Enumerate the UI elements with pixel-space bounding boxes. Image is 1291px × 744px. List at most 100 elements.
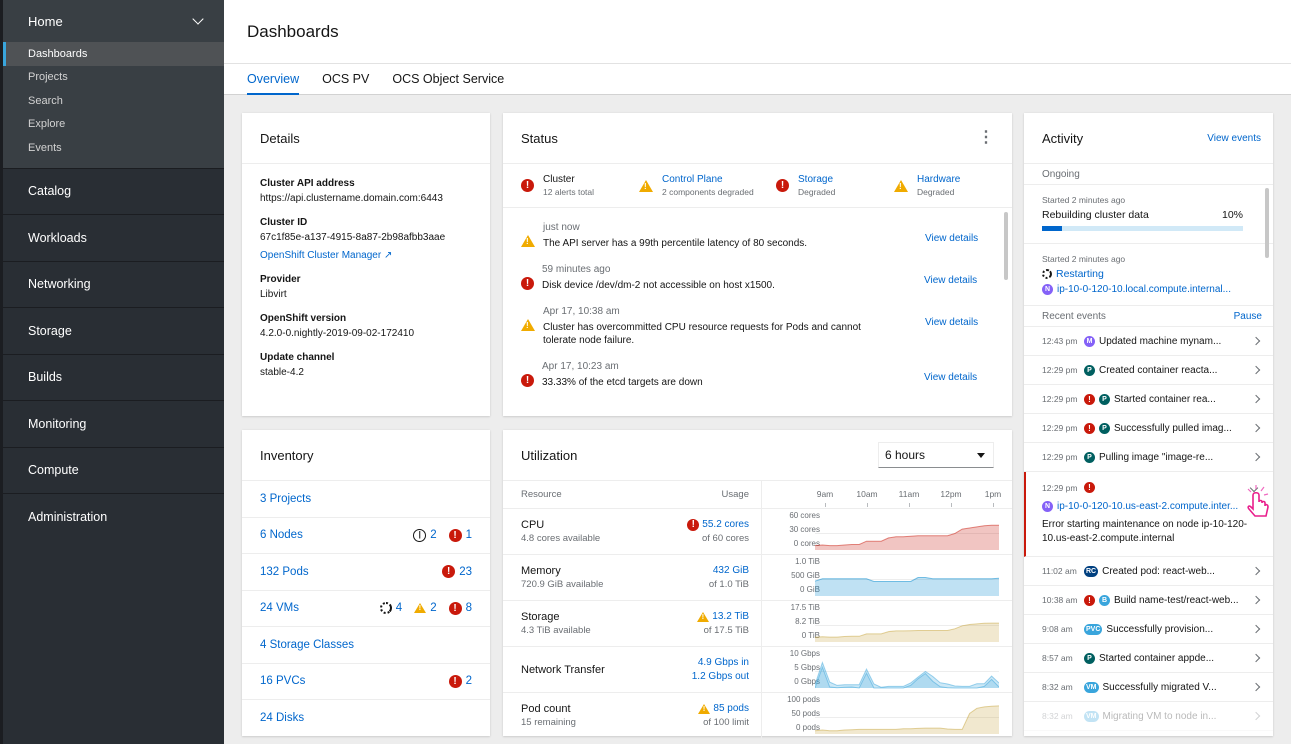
event-item[interactable]: 8:32 am VM Migrating VM to node in... bbox=[1024, 702, 1273, 732]
event-item[interactable]: 12:29 pm! P Successfully pulled imag... bbox=[1024, 414, 1273, 444]
progress-bar bbox=[1042, 226, 1243, 231]
usage-value-link[interactable]: 432 GiB bbox=[713, 564, 749, 578]
status-hardware-link[interactable]: Hardware bbox=[917, 174, 960, 186]
alert-time: Apr 17, 10:23 am bbox=[542, 361, 619, 372]
sidebar-item-workloads[interactable]: Workloads bbox=[3, 214, 224, 261]
event-message: Created container reacta... bbox=[1099, 364, 1218, 376]
sidebar-item-explore[interactable]: Explore bbox=[3, 113, 224, 137]
resource-badge-icon: VM bbox=[1084, 681, 1099, 693]
inventory-status-count[interactable]: ! 23 bbox=[442, 565, 472, 579]
inventory-link[interactable]: 6 Nodes bbox=[260, 529, 303, 541]
sidebar-item-storage[interactable]: Storage bbox=[3, 307, 224, 354]
inventory-link[interactable]: 16 PVCs bbox=[260, 675, 305, 687]
event-item[interactable]: 11:02 am RC Created pod: react-web... bbox=[1024, 557, 1273, 587]
sparkline-area bbox=[815, 525, 999, 550]
kebab-menu-icon[interactable]: ⋮ bbox=[978, 130, 994, 146]
external-link-icon: ↗ bbox=[383, 250, 393, 261]
event-time: 12:29 pm bbox=[1042, 394, 1078, 405]
inventory-status-count[interactable]: ! 1 bbox=[448, 528, 472, 542]
warning-icon bbox=[697, 611, 710, 622]
sidebar-item-networking[interactable]: Networking bbox=[3, 260, 224, 308]
chevron-right-icon bbox=[1251, 683, 1261, 692]
recent-events-label: Recent events bbox=[1042, 310, 1106, 322]
utilization-row: Network Transfer 4.9 Gbps in 1.2 Gbps out bbox=[503, 647, 761, 693]
status-count: 23 bbox=[459, 565, 472, 578]
inventory-status-count[interactable]: | 2 bbox=[413, 528, 437, 542]
usage-value-link[interactable]: 1.2 Gbps out bbox=[692, 670, 749, 684]
view-details-link[interactable]: View details bbox=[925, 317, 978, 328]
usage-value-link[interactable]: 4.9 Gbps in bbox=[698, 656, 749, 670]
status-storage-link[interactable]: Storage bbox=[798, 174, 835, 186]
sidebar-item-search[interactable]: Search bbox=[3, 89, 224, 113]
time-tick-label: 9am bbox=[816, 489, 834, 499]
inventory-link[interactable]: 4 Storage Classes bbox=[260, 639, 354, 651]
event-message: Started container rea... bbox=[1114, 393, 1216, 405]
restarting-link[interactable]: Restarting bbox=[1056, 268, 1104, 280]
inventory-link[interactable]: 132 Pods bbox=[260, 566, 309, 578]
sidebar-item-catalog[interactable]: Catalog bbox=[3, 167, 224, 215]
time-tick-mark bbox=[867, 503, 868, 507]
status-control-plane-link[interactable]: Control Plane bbox=[662, 174, 754, 186]
error-icon: ! bbox=[448, 601, 462, 615]
view-details-link[interactable]: View details bbox=[924, 275, 977, 286]
error-icon: ! bbox=[521, 374, 534, 387]
inventory-link[interactable]: 24 VMs bbox=[260, 602, 299, 614]
resource-badge-icon: PVC bbox=[1084, 623, 1103, 635]
event-message: Build name-test/react-web... bbox=[1114, 594, 1239, 606]
alert-time: just now bbox=[543, 222, 580, 233]
inventory-stats: ! 23 bbox=[430, 565, 472, 579]
nav-home-toggle[interactable]: Home bbox=[3, 0, 224, 42]
view-details-link[interactable]: View details bbox=[924, 372, 977, 383]
node-resource-link[interactable]: ip-10-0-120-10.local.compute.internal... bbox=[1057, 284, 1231, 295]
sidebar-item-projects[interactable]: Projects bbox=[3, 66, 224, 90]
event-item[interactable]: 10:38 am! B Build name-test/react-web... bbox=[1024, 586, 1273, 616]
event-item[interactable]: 8:32 am VM Successfully migrated V... bbox=[1024, 673, 1273, 703]
utilization-card: Utilization 6 hours Resource Usage CPU 4.… bbox=[503, 430, 1012, 739]
event-message: Pulling image "image-re... bbox=[1099, 451, 1214, 463]
view-details-link[interactable]: View details bbox=[925, 233, 978, 244]
chevron-right-icon bbox=[1251, 625, 1261, 634]
alerts-list: just now The API server has a 99th percen… bbox=[503, 208, 1012, 418]
event-time: 11:02 am bbox=[1042, 566, 1077, 577]
sidebar-item-dashboards[interactable]: Dashboards bbox=[3, 42, 224, 66]
inventory-status-count[interactable]: 2 bbox=[414, 602, 437, 614]
openshift-cluster-manager-link[interactable]: OpenShift Cluster Manager ↗ bbox=[260, 250, 472, 261]
alerts-scrollbar[interactable] bbox=[1004, 212, 1008, 280]
inventory-row: 16 PVCs ! 2 bbox=[242, 664, 490, 700]
sidebar-item-monitoring[interactable]: Monitoring bbox=[3, 400, 224, 447]
sidebar-item-administration[interactable]: Administration bbox=[3, 493, 224, 540]
usage-value-link[interactable]: 13.2 TiB bbox=[712, 610, 749, 624]
duration-dropdown[interactable]: 6 hours bbox=[878, 442, 994, 468]
expanded-event[interactable]: 12:29 pm! Nip-10-0-120-10.us-east-2.comp… bbox=[1024, 472, 1273, 558]
inventory-link[interactable]: 3 Projects bbox=[260, 493, 311, 505]
sidebar-item-events[interactable]: Events bbox=[3, 136, 224, 160]
inventory-status-count[interactable]: ! 8 bbox=[448, 601, 472, 615]
ongoing-label: Ongoing bbox=[1042, 168, 1080, 180]
tab-ocs-pv[interactable]: OCS PV bbox=[322, 64, 369, 95]
event-item[interactable]: 12:29 pm P Created container reacta... bbox=[1024, 356, 1273, 386]
inventory-link[interactable]: 24 Disks bbox=[260, 712, 304, 724]
event-item[interactable]: 9:08 am PVC Successfully provision... bbox=[1024, 615, 1273, 645]
event-item[interactable]: 12:29 pm P Pulling image "image-re... bbox=[1024, 443, 1273, 473]
event-message: Started container appde... bbox=[1099, 652, 1215, 664]
sidebar-item-builds[interactable]: Builds bbox=[3, 353, 224, 401]
event-item[interactable]: 8:57 am P Started container appde... bbox=[1024, 644, 1273, 674]
recent-events-list: 12:43 pm M Updated machine mynam... 12:29 p… bbox=[1024, 327, 1273, 473]
usage-value-link[interactable]: 85 pods bbox=[713, 702, 749, 716]
alert-message: 33.33% of the etcd targets are down bbox=[542, 377, 703, 388]
view-events-link[interactable]: View events bbox=[1207, 133, 1261, 144]
time-tick-label: 12pm bbox=[940, 489, 962, 499]
inventory-status-count[interactable]: ! 2 bbox=[448, 674, 472, 688]
inventory-status-count[interactable]: 4 bbox=[379, 602, 402, 615]
chevron-down-icon bbox=[192, 13, 204, 25]
tab-overview[interactable]: Overview bbox=[247, 64, 300, 95]
pause-button[interactable]: Pause bbox=[1234, 311, 1262, 322]
sidebar-item-compute[interactable]: Compute bbox=[3, 446, 224, 494]
event-resource-link[interactable]: ip-10-0-120-10.us-east-2.compute.inter..… bbox=[1057, 501, 1238, 512]
usage-value-link[interactable]: 55.2 cores bbox=[702, 518, 749, 532]
event-item[interactable]: 12:43 pm M Updated machine mynam... bbox=[1024, 327, 1273, 357]
event-item[interactable]: 12:29 pm! P Started container rea... bbox=[1024, 385, 1273, 415]
activity-scrollbar[interactable] bbox=[1265, 188, 1269, 258]
tab-ocs-object-service[interactable]: OCS Object Service bbox=[392, 64, 504, 95]
cluster-manager-link-text: OpenShift Cluster Manager bbox=[260, 250, 382, 261]
